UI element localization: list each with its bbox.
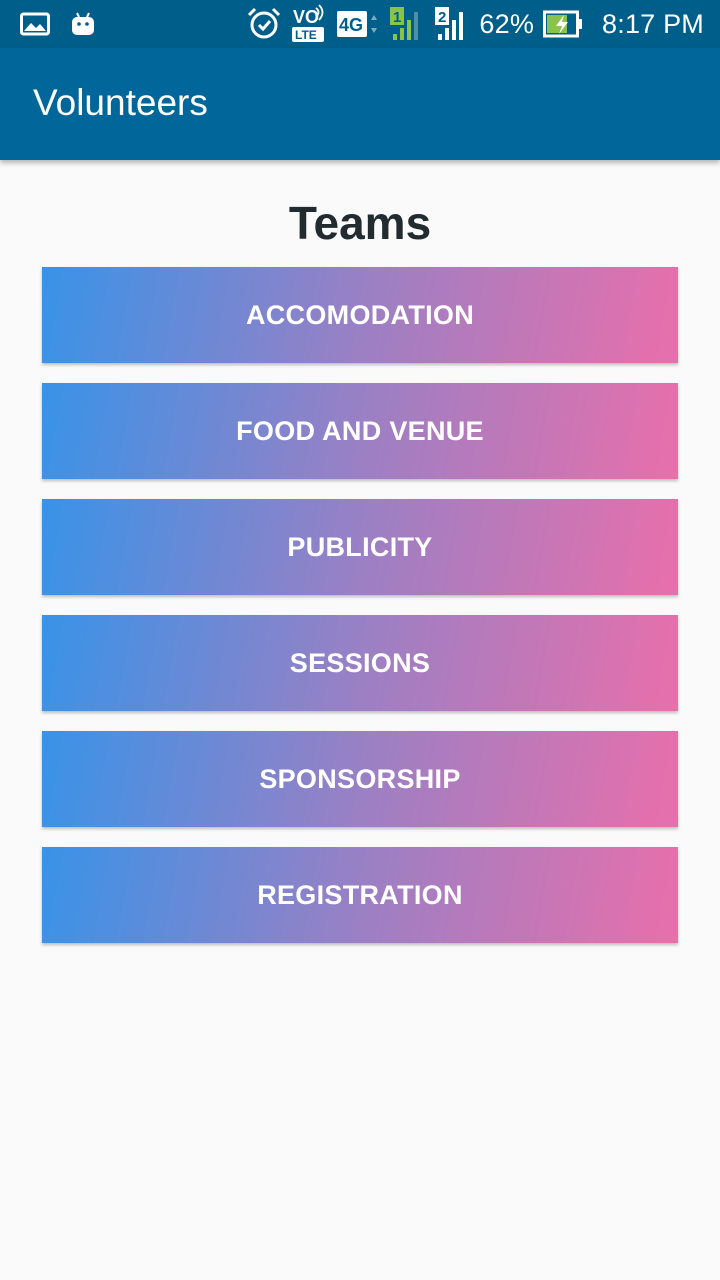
volte-top-text: VO [293,7,319,27]
clock: 8:17 PM [602,8,704,39]
network-type-text: 4G [339,15,363,35]
battery-percent: 62% [479,8,535,39]
signal-sim1-icon: 1 [389,6,425,42]
team-button-sessions[interactable]: SESSIONS [42,615,678,711]
team-button-food-and-venue[interactable]: FOOD AND VENUE [42,383,678,479]
team-button-publicity[interactable]: PUBLICITY [42,499,678,595]
sim1-label: 1 [393,9,401,26]
volte-bottom-text: LTE [295,28,317,42]
signal-sim2-icon: 2 [434,6,470,42]
system-status-icons: VO LTE 4G 1 2 62% 8:17 PM [246,0,704,48]
volte-icon: VO LTE [291,4,327,44]
app-title: Volunteers [33,82,208,123]
network-4g-icon: 4G [336,8,380,40]
gallery-icon [20,12,50,36]
team-button-accomodation[interactable]: ACCOMODATION [42,267,678,363]
status-bar: VO LTE 4G 1 2 62% 8:17 PM [0,0,720,48]
app-bar: Volunteers [0,48,720,160]
sim2-label: 2 [438,9,446,26]
battery-charging-icon [543,10,583,38]
section-title: Teams [288,197,432,249]
team-button-registration[interactable]: REGISTRATION [42,847,678,943]
alarm-icon [246,6,282,42]
main-content: Teams ACCOMODATION FOOD AND VENUE PUBLIC… [0,160,720,1280]
android-icon [70,11,96,37]
team-list: ACCOMODATION FOOD AND VENUE PUBLICITY SE… [42,267,678,963]
notification-icons [20,0,96,48]
team-button-sponsorship[interactable]: SPONSORSHIP [42,731,678,827]
